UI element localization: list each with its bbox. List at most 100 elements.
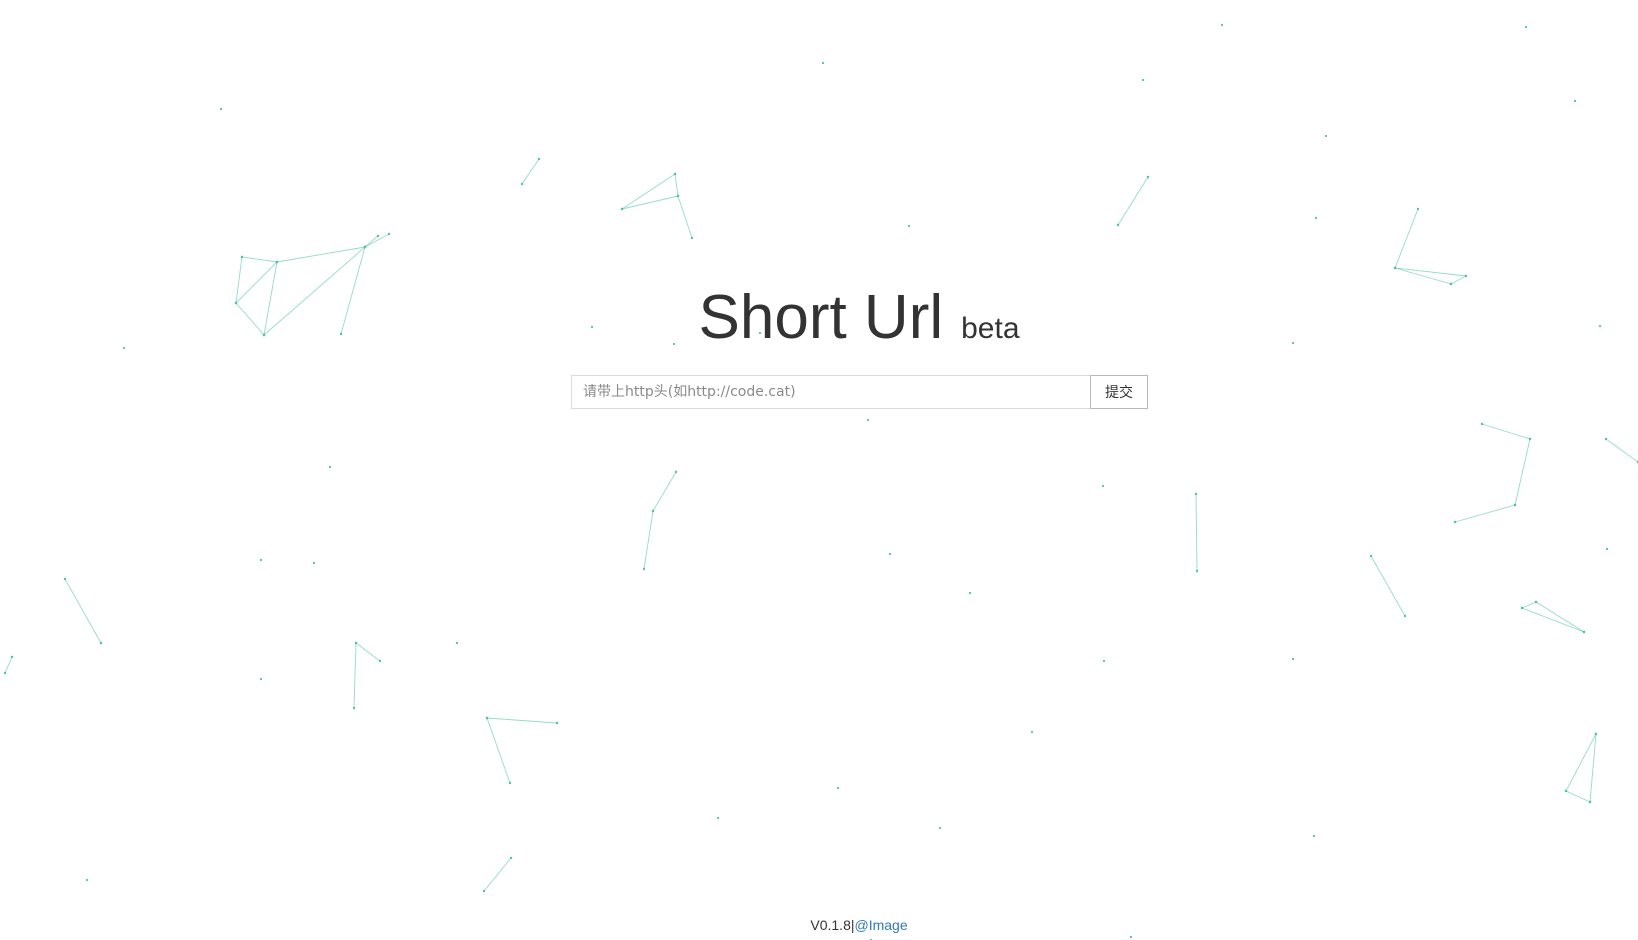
network-node — [968, 591, 972, 595]
network-node — [387, 232, 391, 236]
network-node — [1416, 207, 1420, 211]
network-line — [621, 173, 676, 210]
network-node — [99, 641, 103, 645]
network-line — [1394, 208, 1419, 269]
network-node — [676, 194, 680, 198]
network-node — [1116, 223, 1120, 227]
network-line — [355, 642, 381, 662]
network-node — [376, 234, 380, 238]
network-node — [363, 245, 367, 249]
network-node — [1030, 730, 1034, 734]
network-node — [642, 567, 646, 571]
network-node — [555, 721, 559, 725]
network-node — [537, 157, 541, 161]
network-line — [353, 642, 357, 709]
page-title: Short Url beta — [0, 282, 1638, 353]
network-node — [1582, 630, 1586, 634]
network-node — [1453, 520, 1457, 524]
shorten-form: 提交 — [571, 375, 1148, 409]
version-label: V0.1.8 — [810, 917, 851, 933]
network-node — [1573, 99, 1577, 103]
network-node — [259, 558, 263, 562]
network-line — [1117, 176, 1149, 226]
network-line — [1605, 438, 1638, 463]
network-line — [652, 471, 677, 512]
network-node — [866, 418, 870, 422]
network-node — [907, 224, 911, 228]
network-node — [1604, 437, 1608, 441]
network-line — [486, 717, 511, 784]
network-node — [1594, 732, 1598, 736]
network-line — [1370, 555, 1406, 617]
network-node — [509, 856, 513, 860]
network-node — [354, 641, 358, 645]
network-node — [1220, 23, 1224, 27]
network-node — [1393, 266, 1397, 270]
network-line — [64, 578, 102, 644]
network-node — [1129, 935, 1133, 939]
network-node — [85, 878, 89, 882]
network-node — [716, 816, 720, 820]
network-node — [1605, 547, 1609, 551]
network-line — [674, 173, 679, 197]
network-node — [1195, 569, 1199, 573]
network-node — [455, 641, 459, 645]
submit-button[interactable]: 提交 — [1090, 375, 1148, 409]
url-input[interactable] — [571, 375, 1090, 409]
network-line — [1521, 607, 1585, 633]
network-node — [520, 182, 524, 186]
network-node — [485, 716, 489, 720]
network-line — [1481, 423, 1531, 440]
network-node — [1480, 422, 1484, 426]
network-node — [328, 465, 332, 469]
network-line — [643, 510, 654, 570]
network-line — [621, 195, 679, 210]
network-node — [1513, 503, 1517, 507]
author-link[interactable]: @Image — [855, 917, 908, 933]
network-node — [1588, 800, 1592, 804]
network-node — [1464, 274, 1468, 278]
network-line — [1394, 267, 1467, 277]
network-node — [888, 552, 892, 556]
network-node — [673, 172, 677, 176]
network-node — [690, 236, 694, 240]
network-node — [1369, 554, 1373, 558]
particle-network-background — [3, 23, 1638, 940]
network-line — [4, 656, 13, 674]
network-node — [219, 107, 223, 111]
network-node — [1141, 78, 1145, 82]
title-badge: beta — [961, 312, 1020, 345]
network-node — [10, 655, 14, 659]
network-node — [1528, 437, 1532, 441]
network-node — [3, 671, 7, 675]
network-node — [63, 577, 67, 581]
network-node — [378, 659, 382, 663]
network-node — [508, 781, 512, 785]
network-line — [483, 857, 512, 892]
network-line — [276, 246, 366, 263]
network-node — [1324, 134, 1328, 138]
network-line — [1514, 438, 1531, 506]
network-line — [1535, 601, 1585, 633]
network-node — [259, 677, 263, 681]
network-line — [1195, 493, 1198, 572]
network-node — [938, 826, 942, 830]
network-node — [821, 61, 825, 65]
network-node — [240, 255, 244, 259]
network-node — [1194, 492, 1198, 496]
network-node — [312, 561, 316, 565]
network-node — [1520, 606, 1524, 610]
footer: V0.1.8|@Image — [0, 917, 1638, 933]
network-node — [1102, 659, 1106, 663]
network-node — [275, 260, 279, 264]
network-node — [1534, 600, 1538, 604]
network-line — [486, 717, 558, 724]
network-node — [1101, 484, 1105, 488]
network-node — [620, 207, 624, 211]
network-node — [352, 706, 356, 710]
network-node — [1524, 25, 1528, 29]
network-node — [1146, 175, 1150, 179]
network-line — [1454, 504, 1516, 523]
network-node — [651, 509, 655, 513]
network-node — [1564, 789, 1568, 793]
